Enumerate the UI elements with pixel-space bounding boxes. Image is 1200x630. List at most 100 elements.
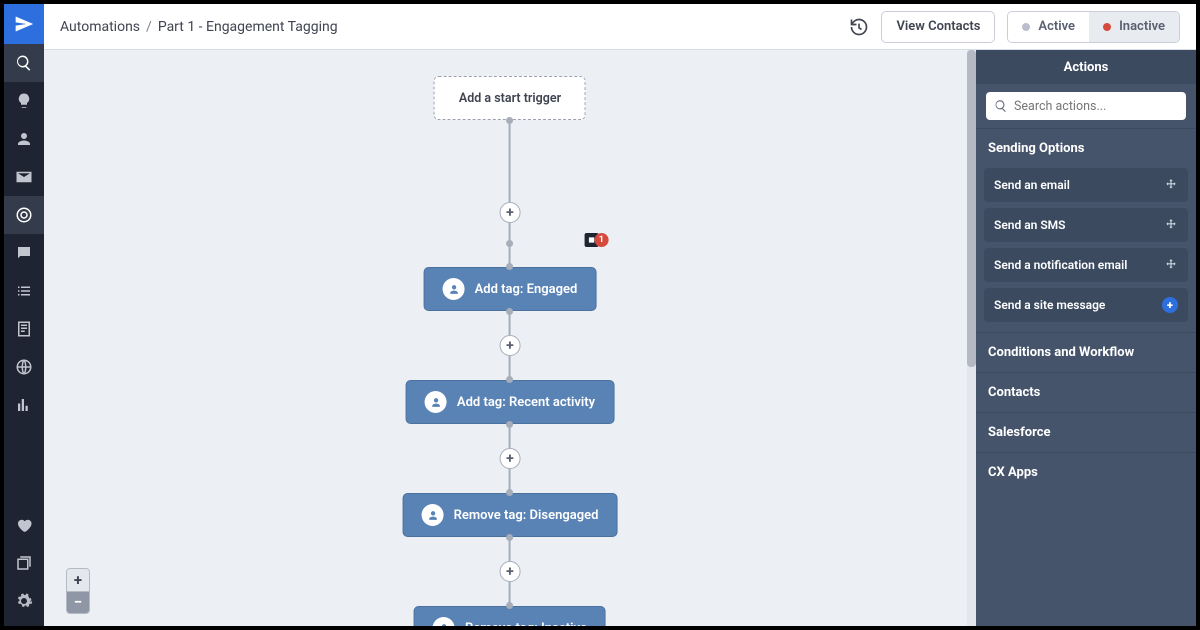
panel-search	[976, 84, 1196, 128]
nav-search[interactable]	[4, 44, 44, 82]
actions-search-input[interactable]	[1014, 99, 1178, 114]
people-icon	[15, 130, 33, 148]
contact-icon	[425, 391, 447, 413]
chat-icon	[15, 244, 33, 262]
plus-icon: +	[1162, 297, 1178, 313]
flow-node[interactable]: Add tag: Recent activity	[406, 380, 614, 424]
zoom-out-button[interactable]: −	[67, 591, 89, 613]
nav-contacts[interactable]	[4, 120, 44, 158]
action-send-notification[interactable]: Send a notification email	[984, 248, 1188, 282]
section-cxapps[interactable]: CX Apps	[976, 452, 1196, 492]
panel-title: Actions	[976, 50, 1196, 84]
action-send-sms[interactable]: Send an SMS	[984, 208, 1188, 242]
app-logo[interactable]	[4, 4, 44, 44]
contact-icon	[433, 617, 455, 626]
flow-node[interactable]: Remove tag: Disengaged	[403, 493, 618, 537]
breadcrumb-current: Part 1 - Engagement Tagging	[158, 19, 338, 35]
status-inactive[interactable]: Inactive	[1089, 12, 1179, 42]
nav-automations[interactable]	[4, 196, 44, 234]
zoom-controls: + −	[66, 568, 90, 614]
connector	[509, 356, 511, 380]
bulb-icon	[15, 92, 33, 110]
action-label: Send an email	[994, 178, 1070, 192]
breadcrumb-sep: /	[146, 19, 152, 35]
search-icon	[994, 99, 1008, 113]
list-icon	[15, 282, 33, 300]
top-bar: Automations / Part 1 - Engagement Taggin…	[44, 4, 1196, 50]
mail-icon	[15, 168, 33, 186]
actions-panel: Actions Sending Options Send an email Se…	[976, 50, 1196, 626]
connector	[509, 120, 511, 202]
badge-count: 1	[594, 233, 608, 247]
flow-node[interactable]: Remove tag: Inactive	[414, 606, 606, 626]
dot-icon	[1022, 23, 1030, 31]
contact-icon	[443, 278, 465, 300]
search-icon	[15, 54, 33, 72]
add-step-button[interactable]: +	[499, 561, 520, 582]
history-icon	[849, 17, 869, 37]
move-icon	[1164, 258, 1178, 272]
nav-favorites[interactable]	[4, 506, 44, 544]
history-button[interactable]	[849, 17, 869, 37]
add-step-button[interactable]: +	[499, 448, 520, 469]
node-label: Remove tag: Inactive	[465, 621, 587, 627]
canvas-scrollbar[interactable]	[967, 50, 976, 626]
nav-ideas[interactable]	[4, 82, 44, 120]
section-salesforce[interactable]: Salesforce	[976, 412, 1196, 452]
connector	[509, 582, 511, 606]
add-step-button[interactable]: +	[499, 335, 520, 356]
zoom-in-button[interactable]: +	[67, 569, 89, 591]
target-icon	[15, 206, 33, 224]
nav-campaigns[interactable]	[4, 158, 44, 196]
nav-site[interactable]	[4, 348, 44, 386]
chart-icon	[15, 396, 33, 414]
view-contacts-button[interactable]: View Contacts	[881, 11, 995, 43]
action-send-email[interactable]: Send an email	[984, 168, 1188, 202]
nav-lists[interactable]	[4, 272, 44, 310]
connector	[509, 469, 511, 493]
contact-icon	[422, 504, 444, 526]
connector	[509, 311, 511, 335]
globe-icon	[15, 358, 33, 376]
connector	[509, 243, 511, 267]
action-label: Send a site message	[994, 298, 1105, 312]
status-inactive-label: Inactive	[1119, 19, 1165, 34]
flow-node[interactable]: Add tag: Engaged 1	[424, 267, 597, 311]
section-sending[interactable]: Sending Options	[976, 128, 1196, 168]
node-badge[interactable]: 1	[584, 233, 608, 247]
action-send-site-message[interactable]: Send a site message +	[984, 288, 1188, 322]
start-trigger-label: Add a start trigger	[459, 91, 561, 106]
status-toggle: Active Inactive	[1007, 11, 1180, 43]
status-active[interactable]: Active	[1008, 12, 1089, 42]
status-active-label: Active	[1038, 19, 1075, 34]
automation-canvas[interactable]: Add a start trigger + Add tag: Engaged 1	[44, 50, 976, 626]
nav-page[interactable]	[4, 310, 44, 348]
node-label: Add tag: Recent activity	[457, 395, 595, 410]
move-icon	[1164, 178, 1178, 192]
connector	[509, 537, 511, 561]
breadcrumb-root[interactable]: Automations	[60, 19, 140, 35]
node-label: Add tag: Engaged	[475, 282, 578, 297]
section-conditions[interactable]: Conditions and Workflow	[976, 332, 1196, 372]
heart-icon	[15, 516, 33, 534]
add-step-button[interactable]: +	[499, 202, 520, 223]
action-label: Send an SMS	[994, 218, 1066, 232]
page-icon	[15, 320, 33, 338]
left-nav	[4, 4, 44, 626]
send-icon	[14, 14, 34, 34]
start-trigger-node[interactable]: Add a start trigger	[434, 76, 586, 120]
gear-icon	[15, 592, 33, 610]
connector	[509, 424, 511, 448]
nav-conversations[interactable]	[4, 234, 44, 272]
move-icon	[1164, 218, 1178, 232]
nav-settings[interactable]	[4, 582, 44, 620]
nav-windows[interactable]	[4, 544, 44, 582]
dot-icon	[1103, 23, 1111, 31]
flow: Add a start trigger + Add tag: Engaged 1	[403, 76, 618, 626]
node-label: Remove tag: Disengaged	[454, 508, 599, 523]
action-label: Send a notification email	[994, 258, 1127, 272]
sending-action-list: Send an email Send an SMS Send a notific…	[976, 168, 1196, 332]
section-contacts[interactable]: Contacts	[976, 372, 1196, 412]
nav-reports[interactable]	[4, 386, 44, 424]
breadcrumb: Automations / Part 1 - Engagement Taggin…	[60, 19, 338, 35]
